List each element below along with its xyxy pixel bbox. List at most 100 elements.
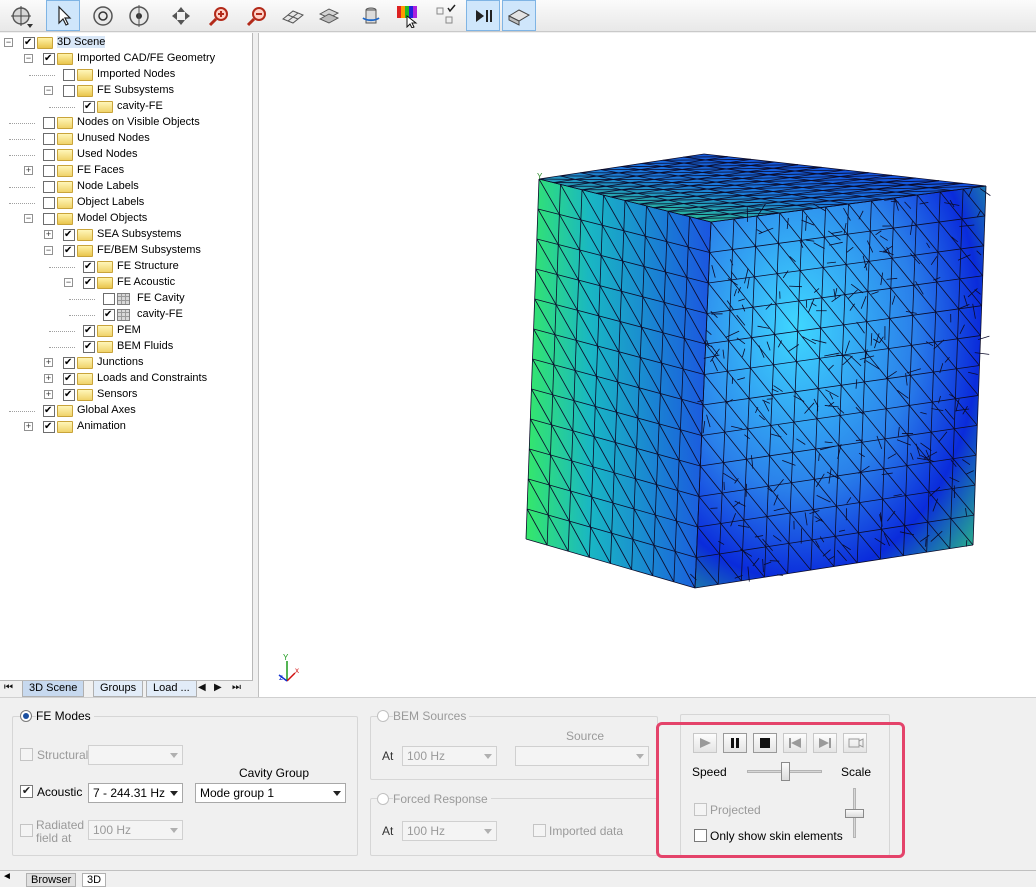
tree-item[interactable]: Node Labels bbox=[0, 179, 250, 195]
expand-icon[interactable]: + bbox=[44, 230, 53, 239]
expand-icon[interactable]: + bbox=[44, 390, 53, 399]
tree-item[interactable]: Object Labels bbox=[0, 195, 250, 211]
tree-item-checkbox[interactable] bbox=[43, 197, 55, 209]
tree-item[interactable]: FE Cavity bbox=[0, 291, 250, 307]
tree-item[interactable]: −Imported CAD/FE Geometry bbox=[0, 51, 250, 67]
cylinder-rotate-icon[interactable] bbox=[354, 0, 388, 31]
tree-item-checkbox[interactable] bbox=[63, 373, 75, 385]
tree-item[interactable]: PEM bbox=[0, 323, 250, 339]
first-tab-icon[interactable]: ⏮ bbox=[4, 682, 13, 693]
tree-item-checkbox[interactable] bbox=[83, 261, 95, 273]
tree-item-checkbox[interactable] bbox=[63, 357, 75, 369]
tree-item-checkbox[interactable] bbox=[43, 133, 55, 145]
tree-item[interactable]: cavity-FE bbox=[0, 99, 250, 115]
radiated-field-checkbox[interactable] bbox=[20, 824, 33, 837]
tree-item-checkbox[interactable] bbox=[43, 53, 55, 65]
tree-item-checkbox[interactable] bbox=[83, 325, 95, 337]
pan-icon[interactable] bbox=[164, 0, 198, 31]
expand-icon[interactable]: + bbox=[24, 166, 33, 175]
tree-item-checkbox[interactable] bbox=[63, 389, 75, 401]
tree-item[interactable]: +Animation bbox=[0, 419, 250, 435]
play-pause-icon[interactable] bbox=[466, 0, 500, 31]
tree-item[interactable]: Global Axes bbox=[0, 403, 250, 419]
tree-item-checkbox[interactable] bbox=[103, 309, 115, 321]
bem-sources-radio[interactable] bbox=[377, 710, 389, 722]
expand-icon[interactable]: + bbox=[44, 374, 53, 383]
tree-item-checkbox[interactable] bbox=[63, 85, 75, 97]
node-select-icon[interactable] bbox=[428, 0, 462, 31]
tab-3d[interactable]: 3D bbox=[82, 873, 106, 887]
bem-source-select[interactable] bbox=[515, 746, 649, 766]
tree-item-checkbox[interactable] bbox=[43, 405, 55, 417]
tree-item-checkbox[interactable] bbox=[43, 213, 55, 225]
tree-item[interactable]: −3D Scene bbox=[0, 35, 250, 51]
acoustic-checkbox[interactable] bbox=[20, 785, 33, 798]
tree-item[interactable]: +SEA Subsystems bbox=[0, 227, 250, 243]
tree-item[interactable]: −FE Subsystems bbox=[0, 83, 250, 99]
tree-item-checkbox[interactable] bbox=[63, 69, 75, 81]
tree-item-checkbox[interactable] bbox=[43, 421, 55, 433]
bem-at-select[interactable]: 100 Hz bbox=[402, 746, 497, 766]
view-plane-icon[interactable] bbox=[502, 0, 536, 31]
structural-select[interactable] bbox=[88, 745, 183, 765]
next-tab-icon[interactable]: ▶ bbox=[214, 682, 222, 693]
tree-item[interactable]: −Model Objects bbox=[0, 211, 250, 227]
structural-checkbox[interactable] bbox=[20, 748, 33, 761]
last-tab-icon[interactable]: ⏭ bbox=[232, 682, 241, 693]
collapse-icon[interactable]: − bbox=[44, 86, 53, 95]
crosshair-dropdown-icon[interactable] bbox=[4, 0, 38, 31]
scroll-left-icon[interactable]: ◄ bbox=[2, 871, 12, 882]
collapse-icon[interactable]: − bbox=[44, 246, 53, 255]
tree-item-checkbox[interactable] bbox=[43, 117, 55, 129]
collapse-icon[interactable]: − bbox=[24, 214, 33, 223]
tree-item[interactable]: +Sensors bbox=[0, 387, 250, 403]
prev-tab-icon[interactable]: ◀ bbox=[198, 682, 206, 693]
tab-load[interactable]: Load ... bbox=[146, 681, 197, 697]
tree-item[interactable]: Imported Nodes bbox=[0, 67, 250, 83]
tree-item-checkbox[interactable] bbox=[43, 181, 55, 193]
tree-item[interactable]: FE Structure bbox=[0, 259, 250, 275]
tree-item[interactable]: +Junctions bbox=[0, 355, 250, 371]
collapse-icon[interactable]: − bbox=[64, 278, 73, 287]
tree-item[interactable]: +Loads and Constraints bbox=[0, 371, 250, 387]
zoom-out-icon[interactable] bbox=[240, 0, 274, 31]
tree-item[interactable]: +FE Faces bbox=[0, 163, 250, 179]
tab-3d-scene[interactable]: 3D Scene bbox=[22, 681, 84, 697]
fe-modes-radio[interactable] bbox=[20, 710, 32, 722]
cavity-group-select[interactable]: Mode group 1 bbox=[195, 783, 346, 803]
color-palette-icon[interactable] bbox=[390, 0, 424, 31]
acoustic-mode-select[interactable]: 7 - 244.31 Hz bbox=[88, 783, 183, 803]
tree-item-checkbox[interactable] bbox=[83, 101, 95, 113]
tree-item[interactable]: BEM Fluids bbox=[0, 339, 250, 355]
imported-data-checkbox[interactable] bbox=[533, 824, 546, 837]
tree-item-checkbox[interactable] bbox=[63, 245, 75, 257]
tree-item-checkbox[interactable] bbox=[43, 149, 55, 161]
tree-item-checkbox[interactable] bbox=[83, 277, 95, 289]
forced-response-radio[interactable] bbox=[377, 793, 389, 805]
tab-browser[interactable]: Browser bbox=[26, 873, 76, 887]
tree-item-checkbox[interactable] bbox=[63, 229, 75, 241]
tree-item[interactable]: −FE Acoustic bbox=[0, 275, 250, 291]
select-pointer-icon[interactable] bbox=[46, 0, 80, 31]
tree-item[interactable]: Nodes on Visible Objects bbox=[0, 115, 250, 131]
tree-item-checkbox[interactable] bbox=[43, 165, 55, 177]
forced-at-select[interactable]: 100 Hz bbox=[402, 821, 497, 841]
rotate-icon[interactable] bbox=[86, 0, 120, 31]
layers-icon[interactable] bbox=[312, 0, 346, 31]
tab-groups[interactable]: Groups bbox=[93, 681, 143, 697]
radiated-field-select[interactable]: 100 Hz bbox=[88, 820, 183, 840]
collapse-icon[interactable]: − bbox=[4, 38, 13, 47]
expand-icon[interactable]: + bbox=[24, 422, 33, 431]
zoom-in-icon[interactable] bbox=[202, 0, 236, 31]
rotate-center-icon[interactable] bbox=[122, 0, 156, 31]
mesh-grid-icon[interactable] bbox=[276, 0, 310, 31]
viewport-3d[interactable]: YYxz bbox=[258, 33, 1036, 697]
tree-item[interactable]: −FE/BEM Subsystems bbox=[0, 243, 250, 259]
tree-item-checkbox[interactable] bbox=[83, 341, 95, 353]
expand-icon[interactable]: + bbox=[44, 358, 53, 367]
tree-item[interactable]: Unused Nodes bbox=[0, 131, 250, 147]
tree-item-checkbox[interactable] bbox=[103, 293, 115, 305]
collapse-icon[interactable]: − bbox=[24, 54, 33, 63]
tree-item[interactable]: cavity-FE bbox=[0, 307, 250, 323]
tree-item[interactable]: Used Nodes bbox=[0, 147, 250, 163]
